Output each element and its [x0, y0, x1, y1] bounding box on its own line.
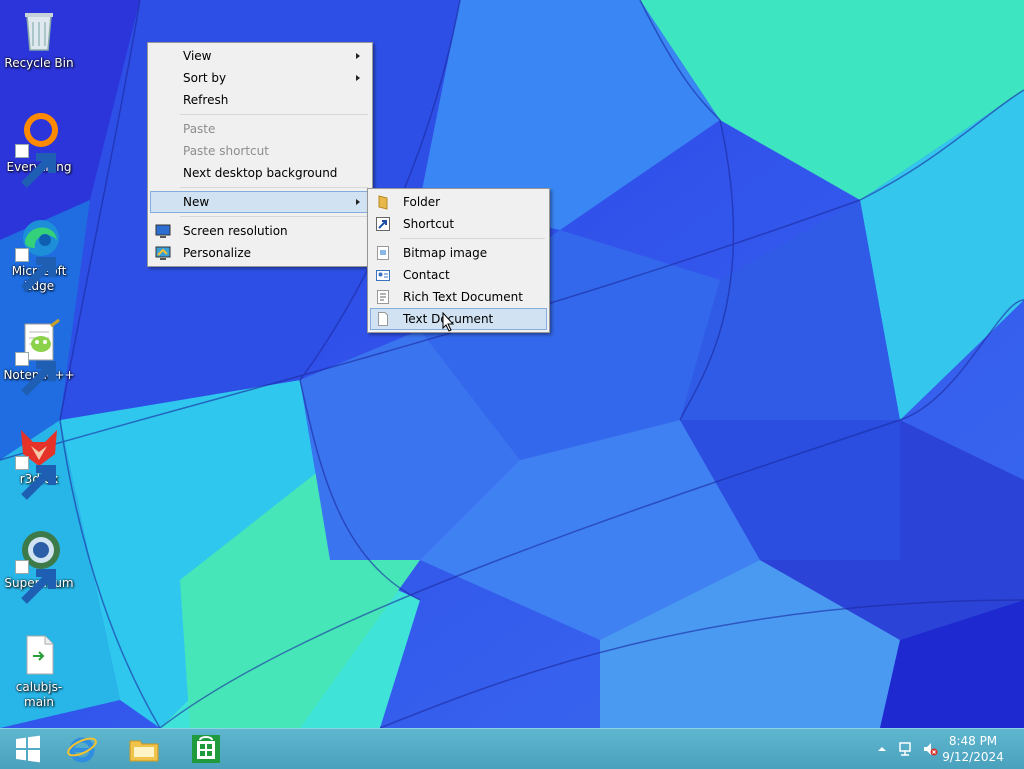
taskbar-store[interactable]: [178, 729, 234, 769]
submenu-item-folder[interactable]: Folder: [370, 191, 547, 213]
desktop-icon-recycle-bin[interactable]: Recycle Bin: [2, 6, 76, 71]
notepadpp-icon: [15, 318, 63, 396]
shortcut-arrow-icon: [15, 352, 56, 396]
clock-date: 9/12/2024: [942, 750, 1004, 764]
menu-item-paste-shortcut[interactable]: Paste shortcut: [150, 140, 370, 162]
menu-item-label: Paste shortcut: [183, 144, 269, 158]
desktop-icon-r3dfox[interactable]: r3dfox: [2, 422, 76, 500]
submenu-item-bitmap-image[interactable]: Bitmap image: [370, 242, 547, 264]
windows-logo-icon: [16, 735, 40, 763]
supermium-icon: [15, 526, 63, 604]
store-icon: [192, 735, 220, 763]
shortcut-arrow-icon: [15, 456, 56, 500]
file-explorer-icon: [129, 740, 159, 762]
r3dfox-icon: [15, 422, 63, 500]
everything-icon: [15, 110, 63, 188]
menu-item-next-desktop-background[interactable]: Next desktop background: [150, 162, 370, 184]
desktop-icon-label: calubjs-main: [15, 680, 63, 709]
taskbar-file-explorer[interactable]: [116, 729, 172, 769]
recycle-bin-icon: [15, 6, 63, 54]
menu-separator: [400, 238, 545, 239]
desktop-icon-supermium[interactable]: Supermium: [2, 526, 76, 604]
submenu-item-shortcut[interactable]: Shortcut: [370, 213, 547, 235]
new-submenu: Folder Shortcut Bitmap image Contact Ric…: [367, 188, 550, 333]
menu-item-label: Bitmap image: [403, 246, 488, 260]
bitmap-image-icon: [375, 245, 391, 261]
rich-text-document-icon: [375, 289, 391, 305]
network-icon[interactable]: [898, 741, 914, 757]
taskbar: 8:48 PM 9/12/2024: [0, 728, 1024, 769]
menu-item-label: New: [183, 195, 210, 209]
desktop[interactable]: Recycle Bin Everything Microsoft Edge No…: [0, 0, 1024, 728]
menu-item-label: Folder: [403, 195, 441, 209]
menu-item-label: Paste: [183, 122, 216, 136]
edge-icon: [15, 214, 63, 292]
menu-item-label: Next desktop background: [183, 166, 338, 180]
menu-separator: [180, 187, 368, 188]
menu-separator: [180, 216, 368, 217]
personalize-icon: [155, 245, 171, 261]
file-icon: [15, 630, 63, 678]
menu-item-label: Contact: [403, 268, 450, 282]
submenu-item-contact[interactable]: Contact: [370, 264, 547, 286]
volume-muted-icon[interactable]: [922, 741, 938, 757]
start-button[interactable]: [0, 729, 56, 769]
menu-item-personalize[interactable]: Personalize: [150, 242, 370, 264]
shortcut-arrow-icon: [15, 144, 56, 188]
desktop-icon-notepadpp[interactable]: Notepad++: [2, 318, 76, 396]
show-hidden-icons-icon[interactable]: [874, 741, 890, 757]
menu-item-sort-by[interactable]: Sort by: [150, 67, 370, 89]
internet-explorer-icon: [67, 737, 97, 763]
menu-item-label: Screen resolution: [183, 224, 288, 238]
menu-item-label: Personalize: [183, 246, 252, 260]
shortcut-arrow-icon: [15, 248, 56, 292]
submenu-item-rich-text-document[interactable]: Rich Text Document: [370, 286, 547, 308]
menu-item-new[interactable]: New: [150, 191, 370, 213]
text-document-icon: [375, 311, 391, 327]
menu-item-label: Rich Text Document: [403, 290, 523, 304]
submenu-arrow-icon: [356, 199, 360, 205]
desktop-icon-everything[interactable]: Everything: [2, 110, 76, 188]
menu-item-view[interactable]: View: [150, 45, 370, 67]
taskbar-internet-explorer[interactable]: [54, 729, 110, 769]
menu-item-refresh[interactable]: Refresh: [150, 89, 370, 111]
desktop-icon-label: Recycle Bin: [4, 56, 74, 70]
menu-item-screen-resolution[interactable]: Screen resolution: [150, 220, 370, 242]
folder-icon: [375, 194, 391, 210]
menu-item-label: Shortcut: [403, 217, 455, 231]
desktop-icon-microsoft-edge[interactable]: Microsoft Edge: [2, 214, 76, 294]
contact-icon: [375, 267, 391, 283]
menu-item-label: Refresh: [183, 93, 229, 107]
shortcut-icon: [375, 216, 391, 232]
desktop-context-menu: View Sort by Refresh Paste Paste shortcu…: [147, 42, 373, 267]
submenu-item-text-document[interactable]: Text Document: [370, 308, 547, 330]
submenu-arrow-icon: [356, 53, 360, 59]
menu-separator: [180, 114, 368, 115]
menu-item-paste[interactable]: Paste: [150, 118, 370, 140]
taskbar-clock[interactable]: 8:48 PM 9/12/2024: [938, 733, 1008, 765]
submenu-arrow-icon: [356, 75, 360, 81]
menu-item-label: View: [183, 49, 212, 63]
desktop-icon-calubjs-main[interactable]: calubjs-main: [2, 630, 76, 710]
screen-resolution-icon: [155, 223, 171, 239]
shortcut-arrow-icon: [15, 560, 56, 604]
mouse-cursor-icon: [442, 312, 454, 332]
clock-time: 8:48 PM: [948, 734, 998, 748]
menu-item-label: Sort by: [183, 71, 227, 85]
